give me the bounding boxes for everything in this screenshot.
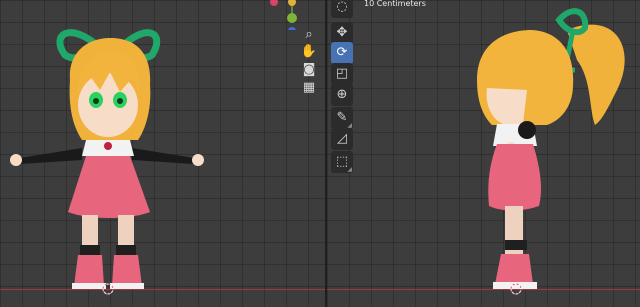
viewport-front[interactable]: ⌕ ✋ ◙ ▦: [0, 0, 325, 307]
annotate-tool-icon[interactable]: ✎ ◢: [331, 107, 353, 129]
viewport-side[interactable]: [327, 0, 640, 307]
transform-tool-icon[interactable]: ⊕: [331, 84, 353, 106]
rotate-tool-icon[interactable]: ⟳: [331, 42, 353, 64]
measure-tool-icon[interactable]: ◿: [331, 128, 353, 150]
character-front[interactable]: [0, 0, 325, 307]
add-cube-tool-icon[interactable]: ⬚ ◢: [331, 151, 353, 173]
move-tool-icon[interactable]: ✥: [331, 22, 353, 44]
grid-scale-label: 10 Centimeters: [364, 0, 426, 8]
scale-tool-icon[interactable]: ◰: [331, 63, 353, 85]
character-side[interactable]: [327, 0, 640, 307]
select-tool-icon[interactable]: ◌: [331, 0, 353, 18]
